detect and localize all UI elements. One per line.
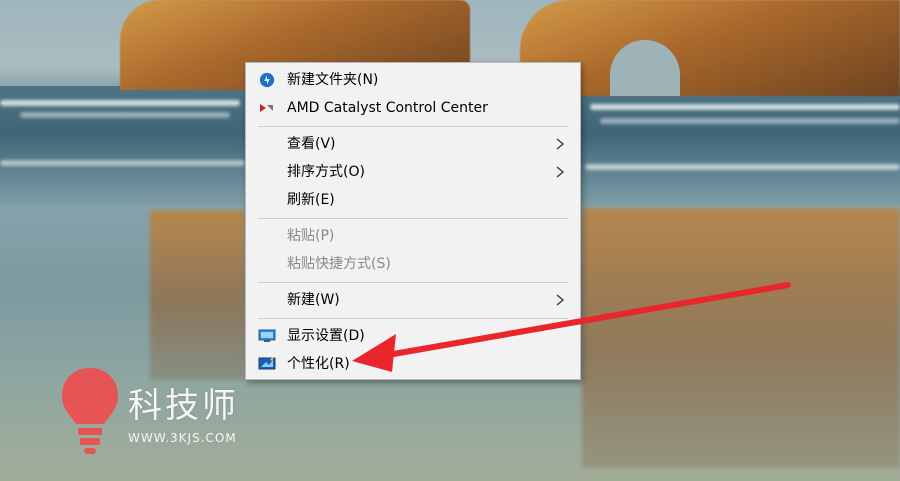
watermark-logo-icon [62,368,118,454]
chevron-right-icon [556,166,565,178]
menu-item-label: 显示设置(D) [287,328,365,344]
wallpaper-wave [20,112,230,118]
menu-item-label: 查看(V) [287,136,336,152]
menu-item-paste: 粘贴(P) [246,223,580,249]
menu-item-label: 新建(W) [287,292,340,308]
menu-item-label: 粘贴快捷方式(S) [287,256,391,272]
display-settings-icon [258,329,276,342]
menu-item-refresh[interactable]: 刷新(E) [246,187,580,213]
menu-item-view[interactable]: 查看(V) [246,131,580,157]
menu-item-new[interactable]: 新建(W) [246,287,580,313]
new-folder-icon [259,72,275,88]
menu-item-amd-catalyst[interactable]: AMD Catalyst Control Center [246,95,580,121]
wallpaper-wave [590,104,900,110]
menu-item-label: 新建文件夹(N) [287,72,379,88]
menu-item-label: 粘贴(P) [287,228,335,244]
menu-item-label: 刷新(E) [287,192,335,208]
wallpaper-wave [0,100,240,106]
menu-item-personalize[interactable]: 个性化(R) [246,351,580,377]
wallpaper-reflection-right [582,208,900,468]
personalize-icon [258,357,276,370]
menu-item-sort-by[interactable]: 排序方式(O) [246,159,580,185]
menu-separator [258,218,568,219]
menu-item-paste-shortcut: 粘贴快捷方式(S) [246,251,580,277]
chevron-right-icon [556,294,565,306]
amd-catalyst-icon [260,104,273,112]
chevron-right-icon [556,138,565,150]
menu-separator [258,282,568,283]
desktop-context-menu: 新建文件夹(N) AMD Catalyst Control Center 查看(… [245,62,581,380]
wallpaper-wave [600,118,900,124]
menu-separator [258,126,568,127]
wallpaper-reflection-left [150,210,245,380]
menu-item-display-settings[interactable]: 显示设置(D) [246,323,580,349]
watermark-title: 科技师 [128,386,239,426]
wallpaper-wave [0,160,245,166]
menu-item-label: 排序方式(O) [287,164,365,180]
menu-separator [258,318,568,319]
menu-item-label: AMD Catalyst Control Center [287,100,488,116]
menu-item-label: 个性化(R) [287,356,350,372]
watermark-url: WWW.3KJS.COM [128,431,237,445]
menu-item-new-folder[interactable]: 新建文件夹(N) [246,67,580,93]
wallpaper-wave [585,164,900,170]
